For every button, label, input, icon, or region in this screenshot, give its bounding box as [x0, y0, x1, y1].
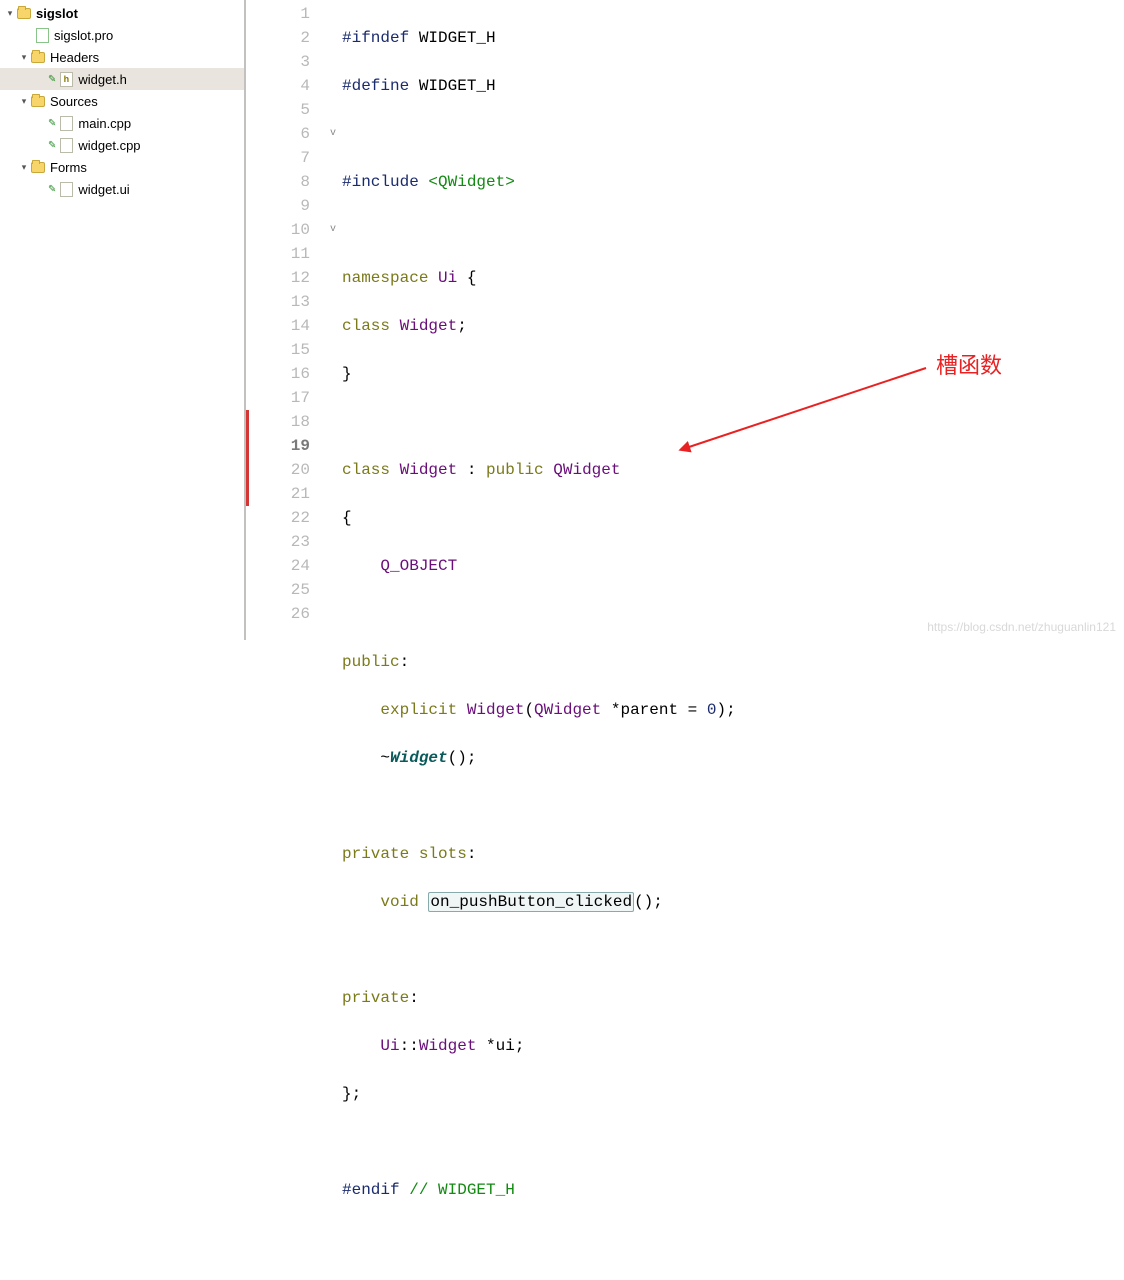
folder-icon	[30, 93, 46, 109]
code-line[interactable]: explicit Widget(QWidget *parent = 0);	[342, 698, 1124, 722]
code-line[interactable]: Q_OBJECT	[342, 554, 1124, 578]
code-line[interactable]: #define WIDGET_H	[342, 74, 1124, 98]
code-line[interactable]	[342, 218, 1124, 242]
chevron-down-icon[interactable]: ▾	[4, 7, 16, 19]
tree-headers-folder[interactable]: ▾ Headers	[0, 46, 244, 68]
code-line[interactable]: {	[342, 506, 1124, 530]
tree-root[interactable]: ▾ sigslot	[0, 2, 244, 24]
watermark: https://blog.csdn.net/zhuguanlin121	[927, 620, 1116, 634]
tree-label: widget.cpp	[78, 138, 140, 153]
code-line[interactable]: #endif // WIDGET_H	[342, 1178, 1124, 1202]
code-line[interactable]	[342, 1226, 1124, 1250]
cpp-file-icon	[58, 137, 74, 153]
code-line[interactable]: private slots:	[342, 842, 1124, 866]
code-line[interactable]	[342, 410, 1124, 434]
edit-icon: ✎	[48, 140, 56, 151]
folder-icon	[30, 159, 46, 175]
code-line[interactable]	[342, 1130, 1124, 1154]
code-line[interactable]: Ui::Widget *ui;	[342, 1034, 1124, 1058]
tree-pro-file[interactable]: sigslot.pro	[0, 24, 244, 46]
code-line[interactable]: #ifndef WIDGET_H	[342, 26, 1124, 50]
tree-label: main.cpp	[78, 116, 131, 131]
code-line[interactable]: private:	[342, 986, 1124, 1010]
project-tree[interactable]: ▾ sigslot sigslot.pro ▾ Headers ✎ h widg…	[0, 0, 246, 640]
selected-symbol[interactable]: on_pushButton_clicked	[428, 892, 634, 912]
code-line[interactable]: }	[342, 362, 1124, 386]
cpp-file-icon	[58, 115, 74, 131]
tree-forms-folder[interactable]: ▾ Forms	[0, 156, 244, 178]
fold-column[interactable]: vv	[324, 0, 342, 640]
code-line[interactable]: class Widget : public QWidget	[342, 458, 1124, 482]
tree-widget-h[interactable]: ✎ h widget.h	[0, 68, 244, 90]
annotation-label: 槽函数	[936, 348, 1002, 380]
code-line[interactable]: #include <QWidget>	[342, 170, 1124, 194]
tree-label: widget.ui	[78, 182, 129, 197]
pro-file-icon	[34, 27, 50, 43]
edit-icon: ✎	[48, 118, 56, 129]
ui-file-icon	[58, 181, 74, 197]
code-line[interactable]	[342, 938, 1124, 962]
tree-main-cpp[interactable]: ✎ main.cpp	[0, 112, 244, 134]
folder-icon	[16, 5, 32, 21]
line-number-gutter: 1234567891011121314151617181920212223242…	[246, 0, 324, 640]
edit-icon: ✎	[48, 184, 56, 195]
code-line[interactable]: };	[342, 1082, 1124, 1106]
header-file-icon: h	[58, 71, 74, 87]
chevron-down-icon[interactable]: ▾	[18, 51, 30, 63]
chevron-down-icon[interactable]: ▾	[18, 161, 30, 173]
code-line[interactable]: ~Widget();	[342, 746, 1124, 770]
tree-label: sigslot.pro	[54, 28, 113, 43]
tree-widget-ui[interactable]: ✎ widget.ui	[0, 178, 244, 200]
code-line[interactable]: class Widget;	[342, 314, 1124, 338]
code-area[interactable]: #ifndef WIDGET_H #define WIDGET_H #inclu…	[342, 0, 1124, 640]
code-line[interactable]: void on_pushButton_clicked();	[342, 890, 1124, 914]
code-line[interactable]: namespace Ui {	[342, 266, 1124, 290]
folder-icon	[30, 49, 46, 65]
code-line[interactable]	[342, 794, 1124, 818]
code-line[interactable]: public:	[342, 650, 1124, 674]
code-editor[interactable]: 1234567891011121314151617181920212223242…	[246, 0, 1124, 640]
edit-icon: ✎	[48, 74, 56, 85]
tree-sources-folder[interactable]: ▾ Sources	[0, 90, 244, 112]
tree-label: Sources	[50, 94, 98, 109]
tree-widget-cpp[interactable]: ✎ widget.cpp	[0, 134, 244, 156]
tree-label: Forms	[50, 160, 87, 175]
chevron-down-icon[interactable]: ▾	[18, 95, 30, 107]
tree-label: sigslot	[36, 6, 78, 21]
code-line[interactable]	[342, 122, 1124, 146]
tree-label: Headers	[50, 50, 99, 65]
tree-label: widget.h	[78, 72, 126, 87]
